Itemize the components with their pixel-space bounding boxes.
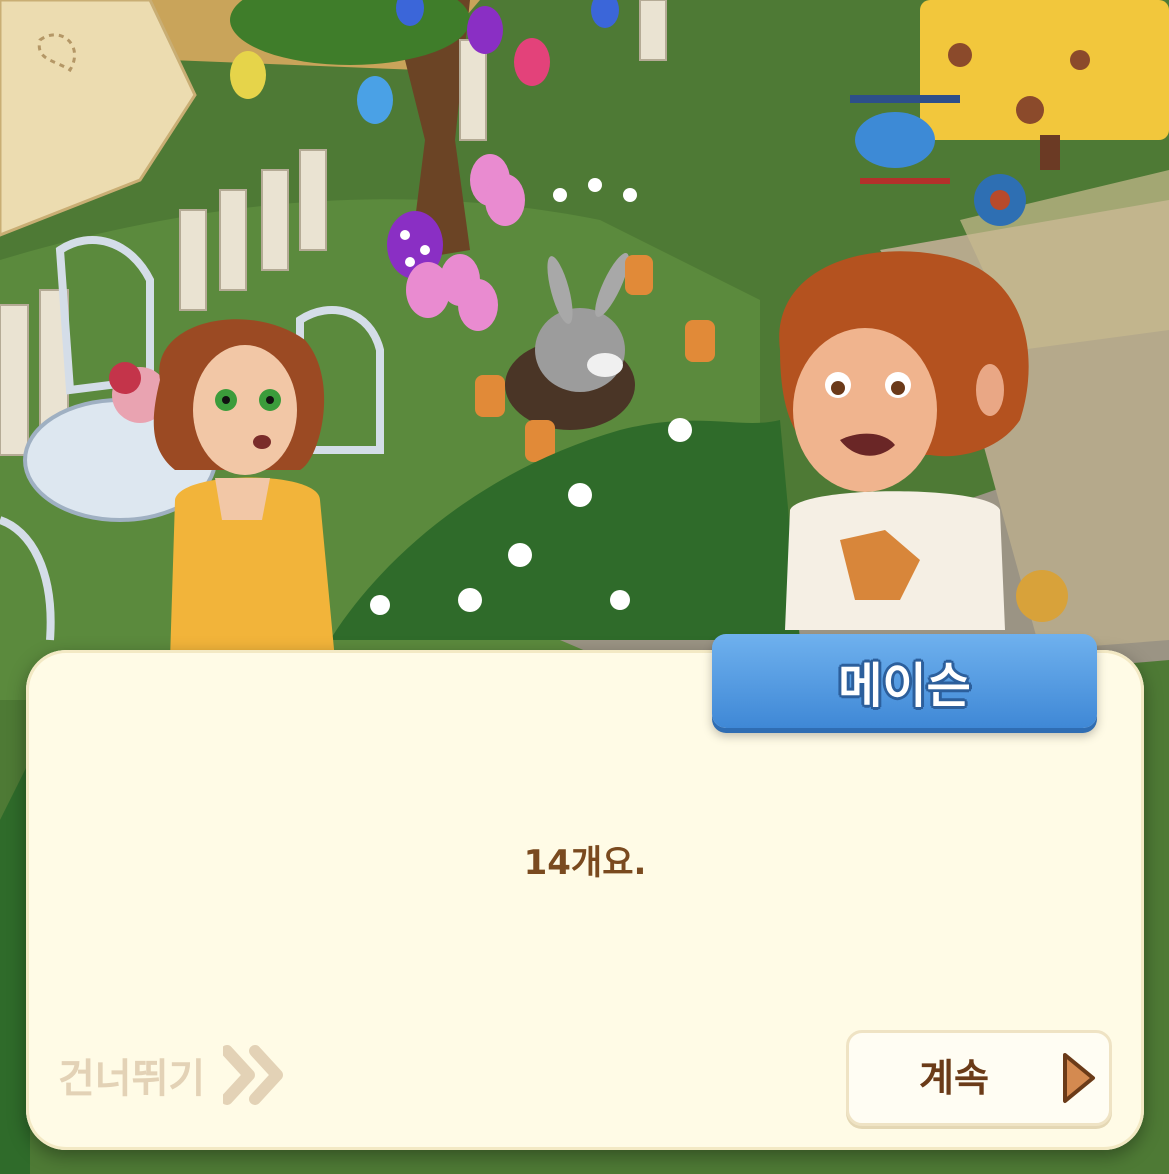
continue-button[interactable]: 계속 (846, 1030, 1112, 1126)
dialog-message: 14개요. (523, 843, 647, 883)
toy-helicopter (855, 112, 935, 168)
double-chevron-right-icon (223, 1045, 284, 1105)
speaker-name: 메이슨 (838, 658, 971, 714)
rabbit (535, 308, 625, 392)
continue-label: 계속 (919, 1056, 989, 1100)
play-arrow-icon (1063, 1053, 1095, 1103)
boy-character (779, 251, 1029, 630)
speaker-nameplate: 메이슨 (712, 634, 1097, 728)
skip-button[interactable]: 건너뛰기 (58, 1045, 287, 1105)
yellow-table (920, 0, 1169, 140)
skip-label: 건너뛰기 (58, 1056, 206, 1102)
